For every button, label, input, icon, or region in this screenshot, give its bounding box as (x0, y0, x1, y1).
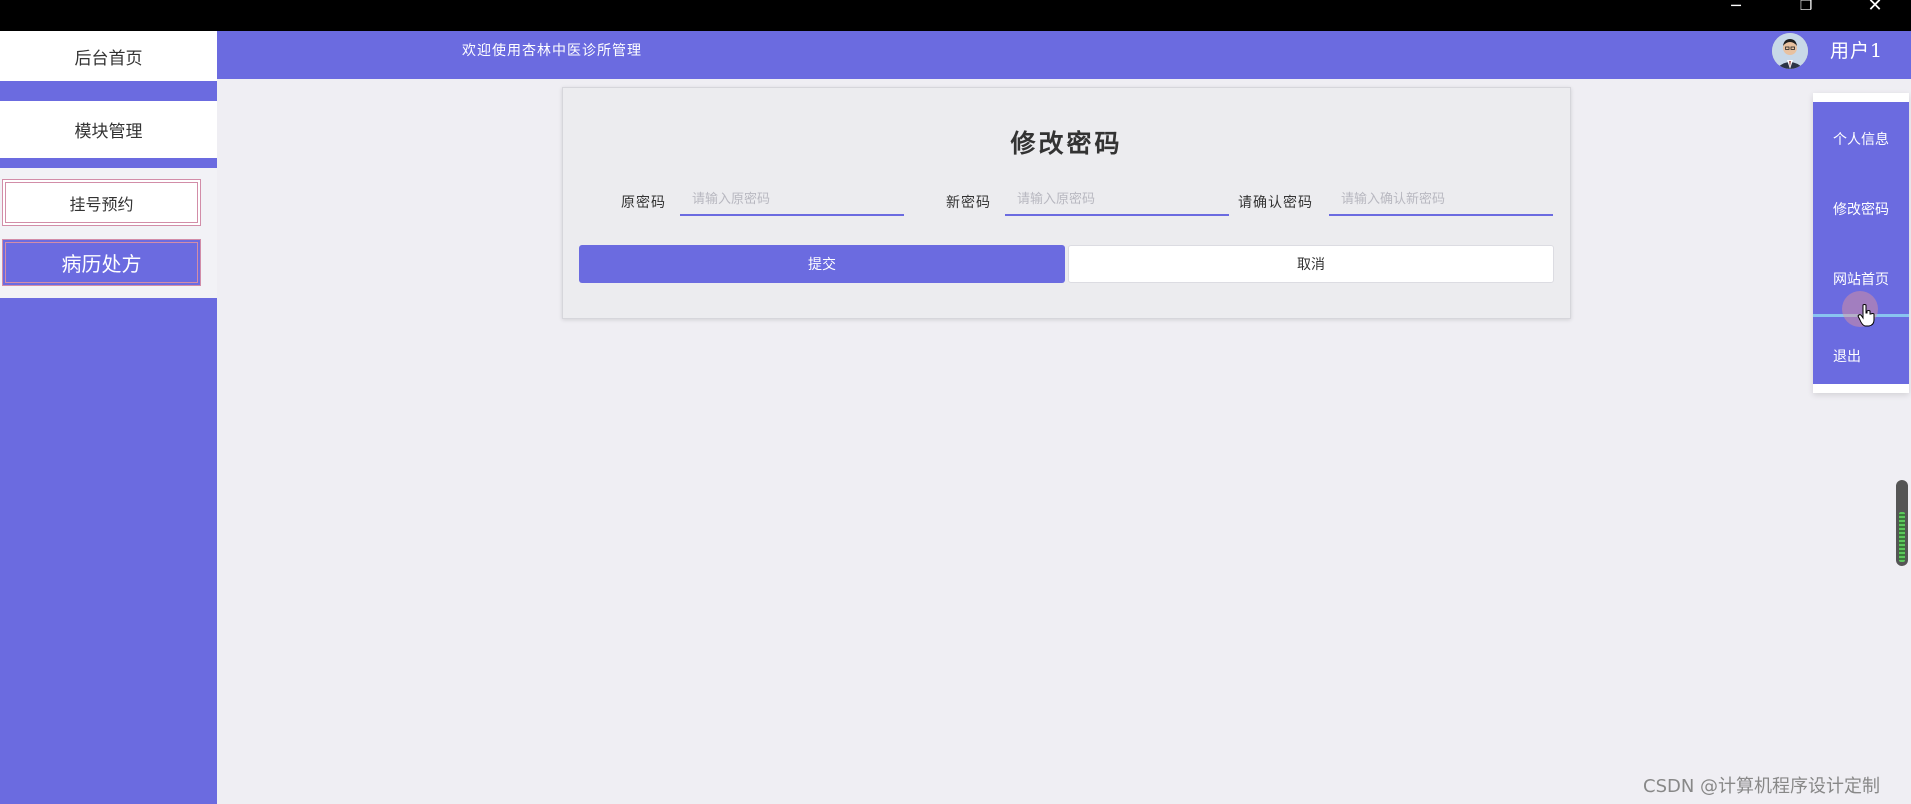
confirm-password-label: 请确认密码 (1238, 195, 1313, 211)
submit-button[interactable]: 提交 (579, 245, 1065, 283)
old-password-input[interactable] (680, 184, 904, 216)
restore-icon[interactable]: ❐ (1786, 0, 1826, 14)
sidebar: 后台首页 模块管理 (0, 31, 217, 804)
scroll-indicator (1899, 512, 1905, 562)
sidebar-item-module-management[interactable]: 模块管理 (0, 101, 217, 158)
sidebar-item-home[interactable]: 后台首页 (0, 31, 217, 81)
sidebar-item-appointment[interactable]: 挂号预约 (2, 179, 201, 226)
avatar[interactable] (1772, 33, 1808, 69)
confirm-password-input[interactable] (1329, 184, 1553, 216)
close-icon[interactable]: ✕ (1855, 0, 1895, 15)
menu-item-site-home[interactable]: 网站首页 (1813, 269, 1909, 289)
old-password-label: 原密码 (621, 195, 666, 211)
page-title: 修改密码 (1010, 129, 1123, 158)
top-header: 欢迎使用杏林中医诊所管理 用户1 (217, 31, 1911, 79)
menu-item-logout[interactable]: 退出 (1813, 346, 1909, 366)
window-titlebar: ─ ❐ ✕ (0, 0, 1911, 31)
menu-item-change-password[interactable]: 修改密码 (1813, 199, 1909, 219)
username[interactable]: 用户1 (1830, 31, 1883, 71)
welcome-text: 欢迎使用杏林中医诊所管理 (462, 43, 642, 59)
new-password-input[interactable] (1005, 184, 1229, 216)
cancel-button[interactable]: 取消 (1068, 245, 1554, 283)
minimize-icon[interactable]: ─ (1716, 0, 1756, 14)
change-password-form: 修改密码 原密码 新密码 请确认密码 提交 取消 (562, 87, 1571, 319)
menu-item-profile[interactable]: 个人信息 (1813, 129, 1909, 149)
watermark: CSDN @计算机程序设计定制 (1643, 776, 1881, 797)
sidebar-item-medical-record[interactable]: 病历处方 (2, 239, 201, 286)
new-password-label: 新密码 (946, 195, 991, 211)
hand-cursor-icon (1857, 304, 1875, 327)
user-dropdown-menu: 个人信息 修改密码 网站首页 退出 (1813, 93, 1909, 393)
floating-scroll-widget[interactable] (1896, 480, 1908, 566)
avatar-image (1772, 33, 1808, 69)
